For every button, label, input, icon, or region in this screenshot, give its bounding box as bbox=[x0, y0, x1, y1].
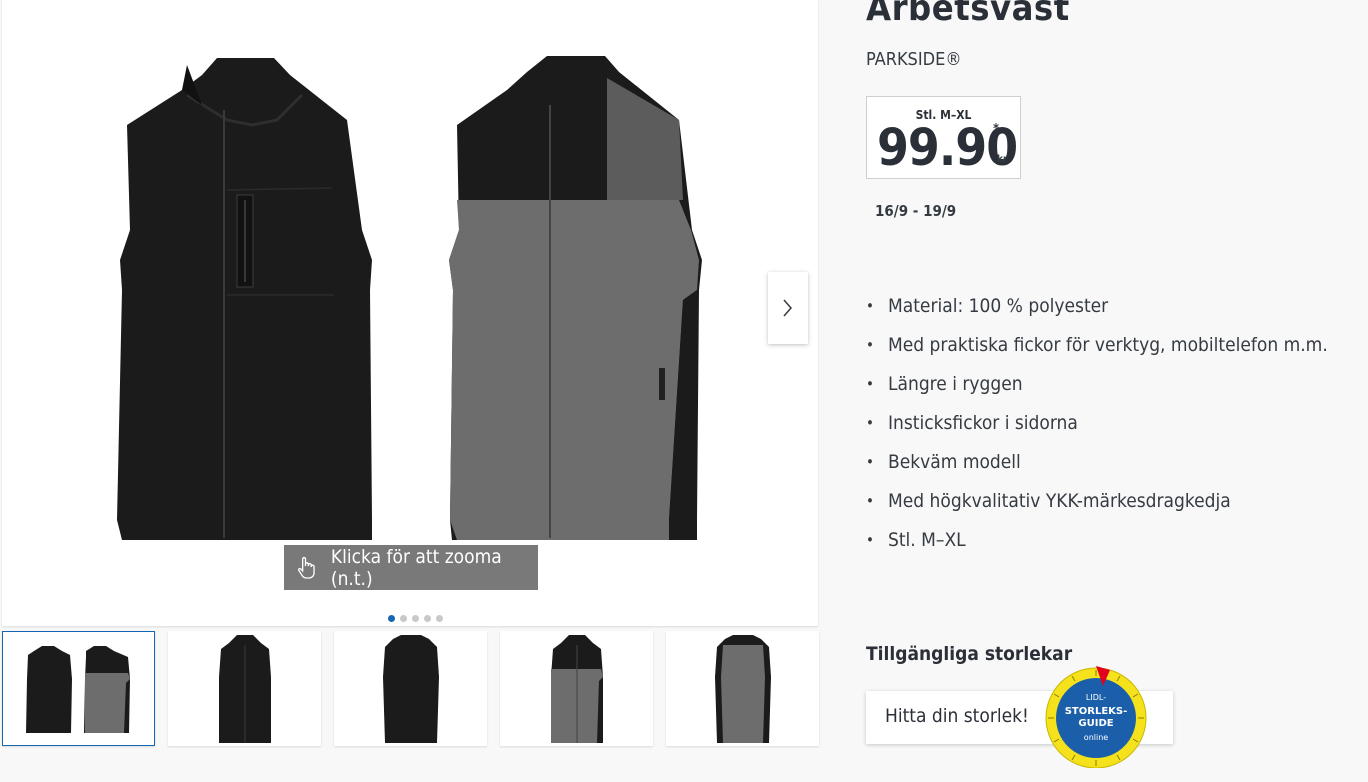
pagination-dot[interactable] bbox=[412, 615, 419, 622]
bullet-icon: • bbox=[866, 414, 874, 432]
bullet-icon: • bbox=[866, 453, 874, 471]
feature-item: • Insticksfickor i sidorna bbox=[866, 409, 1328, 448]
thumbnail-5[interactable] bbox=[666, 631, 819, 746]
thumbnail-strip bbox=[2, 631, 819, 746]
feature-item: • Bekväm modell bbox=[866, 448, 1328, 487]
feature-item: • Med högkvalitativ YKK-märkesdragkedja bbox=[866, 487, 1328, 526]
thumbnail-4[interactable] bbox=[500, 631, 653, 746]
product-photo-vests bbox=[117, 56, 702, 540]
offer-date-range: 16/9 - 19/9 bbox=[875, 202, 957, 220]
product-title: Arbetsväst bbox=[866, 0, 1070, 29]
badge-line-2: STORLEKS- bbox=[1065, 706, 1128, 717]
thumbnail-image bbox=[25, 645, 130, 733]
bullet-icon: • bbox=[866, 375, 874, 393]
price-asterisk: * bbox=[993, 122, 1000, 137]
size-guide-badge-icon[interactable]: LIDL- STORLEKS- GUIDE online bbox=[1040, 664, 1152, 768]
feature-list: • Material: 100 % polyester • Med praktisk… bbox=[866, 292, 1328, 565]
zoom-hint[interactable]: Klicka för att zooma (n.t.) bbox=[284, 545, 538, 590]
hand-pointer-icon bbox=[297, 556, 315, 579]
thumbnail-image bbox=[382, 634, 439, 743]
pagination-dot[interactable] bbox=[424, 615, 431, 622]
badge-line-1: LIDL- bbox=[1086, 693, 1106, 702]
pagination-dot[interactable] bbox=[400, 615, 407, 622]
thumbnail-image bbox=[714, 634, 771, 743]
product-brand: PARKSIDE® bbox=[866, 49, 962, 70]
available-sizes-heading: Tillgängliga storlekar bbox=[866, 643, 1073, 665]
thumbnail-3[interactable] bbox=[334, 631, 487, 746]
product-main-image[interactable]: Klicka för att zooma (n.t.) bbox=[2, 0, 818, 626]
thumbnail-image bbox=[218, 634, 271, 743]
pagination-dot[interactable] bbox=[436, 615, 443, 622]
feature-item: • Med praktiska fickor för verktyg, mobil… bbox=[866, 331, 1328, 370]
feature-item: • Material: 100 % polyester bbox=[866, 292, 1328, 331]
feature-item: • Längre i ryggen bbox=[866, 370, 1328, 409]
bullet-icon: • bbox=[866, 492, 874, 510]
thumbnail-image bbox=[550, 634, 603, 743]
badge-line-4: online bbox=[1084, 733, 1108, 742]
price-box: Stl. M–XL 99.90 * kr bbox=[866, 96, 1021, 179]
find-size-label: Hitta din storlek! bbox=[885, 705, 1029, 727]
bullet-icon: • bbox=[866, 336, 874, 354]
thumbnail-1[interactable] bbox=[2, 631, 155, 746]
bullet-icon: • bbox=[866, 297, 874, 315]
chevron-right-icon bbox=[783, 299, 792, 317]
thumbnail-2[interactable] bbox=[168, 631, 321, 746]
next-image-button[interactable] bbox=[768, 272, 808, 344]
badge-line-3: GUIDE bbox=[1078, 718, 1113, 729]
grey-vest-image bbox=[449, 56, 702, 540]
black-vest-image bbox=[117, 58, 372, 540]
feature-item: • Stl. M–XL bbox=[866, 526, 1328, 565]
pagination-dot[interactable] bbox=[388, 615, 395, 622]
bullet-icon: • bbox=[866, 531, 874, 549]
zoom-hint-label: Klicka för att zooma (n.t.) bbox=[330, 545, 502, 590]
price-currency: kr bbox=[997, 154, 1008, 165]
gallery-pagination-dots bbox=[388, 615, 443, 622]
